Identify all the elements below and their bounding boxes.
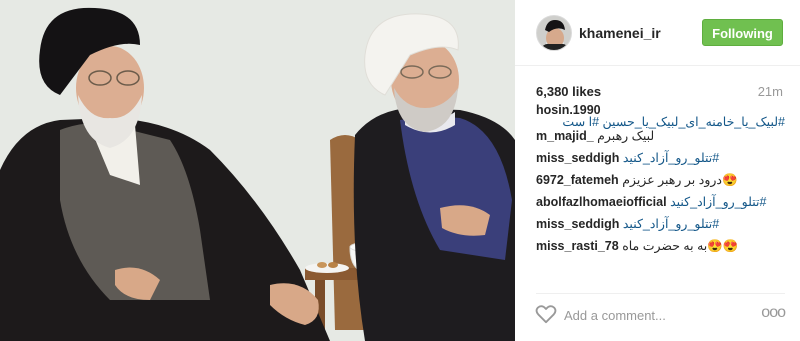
comment-hashtag[interactable]: #تتلو_رو_آزاد_کنید — [670, 195, 766, 209]
comment-hashtag[interactable]: #تتلو_رو_آزاد_کنید — [623, 151, 719, 165]
comment-username[interactable]: 6972_fatemeh — [536, 173, 619, 187]
avatar[interactable] — [536, 15, 572, 51]
post-details-panel: khamenei_ir Following 6,380 likes 21m ho… — [515, 0, 800, 341]
comment-item: hosin.1990 #لبیک_یا_خامنه_ای_لبیک_یا_حسی… — [536, 100, 785, 129]
post-timestamp: 21m — [757, 84, 783, 99]
comment-username[interactable]: miss_seddigh — [536, 151, 619, 165]
comment-item: 6972_fatemeh 😍درود بر رهبر عزیزم — [536, 169, 785, 191]
username-link[interactable]: khamenei_ir — [579, 25, 661, 41]
comment-footer: ooo — [535, 293, 786, 331]
comment-username[interactable]: m_majid_ — [536, 129, 594, 143]
comment-item: abolfazlhomaeiofficial #تتلو_رو_آزاد_کنی… — [536, 191, 785, 213]
comment-item: miss_seddigh #تتلو_رو_آزاد_کنید — [536, 147, 785, 169]
comment-username[interactable]: abolfazlhomaeiofficial — [536, 195, 667, 209]
comment-username[interactable]: miss_rasti_78 — [536, 239, 619, 253]
comments-list: hosin.1990 #لبیک_یا_خامنه_ای_لبیک_یا_حسی… — [536, 100, 785, 285]
following-button[interactable]: Following — [702, 19, 783, 46]
comment-text: 😍درود بر رهبر عزیزم — [622, 173, 738, 187]
comment-text: لبیک رهبرم — [597, 129, 655, 143]
more-options-icon[interactable]: ooo — [761, 305, 786, 321]
comment-username[interactable]: miss_seddigh — [536, 217, 619, 231]
post-header: khamenei_ir Following — [515, 0, 800, 66]
comment-text: 😍😍به به حضرت ماه — [622, 239, 739, 253]
comment-item: miss_rasti_78 😍😍به به حضرت ماه — [536, 235, 785, 257]
comment-item: m_majid_ لبیک رهبرم — [536, 125, 785, 147]
add-comment-input[interactable] — [564, 306, 744, 324]
likes-count[interactable]: 6,380 likes — [536, 84, 601, 99]
post-photo[interactable] — [0, 0, 515, 341]
comment-item: miss_seddigh #تتلو_رو_آزاد_کنید — [536, 213, 785, 235]
comment-hashtag[interactable]: #تتلو_رو_آزاد_کنید — [623, 217, 719, 231]
heart-outline-icon[interactable] — [535, 304, 557, 324]
